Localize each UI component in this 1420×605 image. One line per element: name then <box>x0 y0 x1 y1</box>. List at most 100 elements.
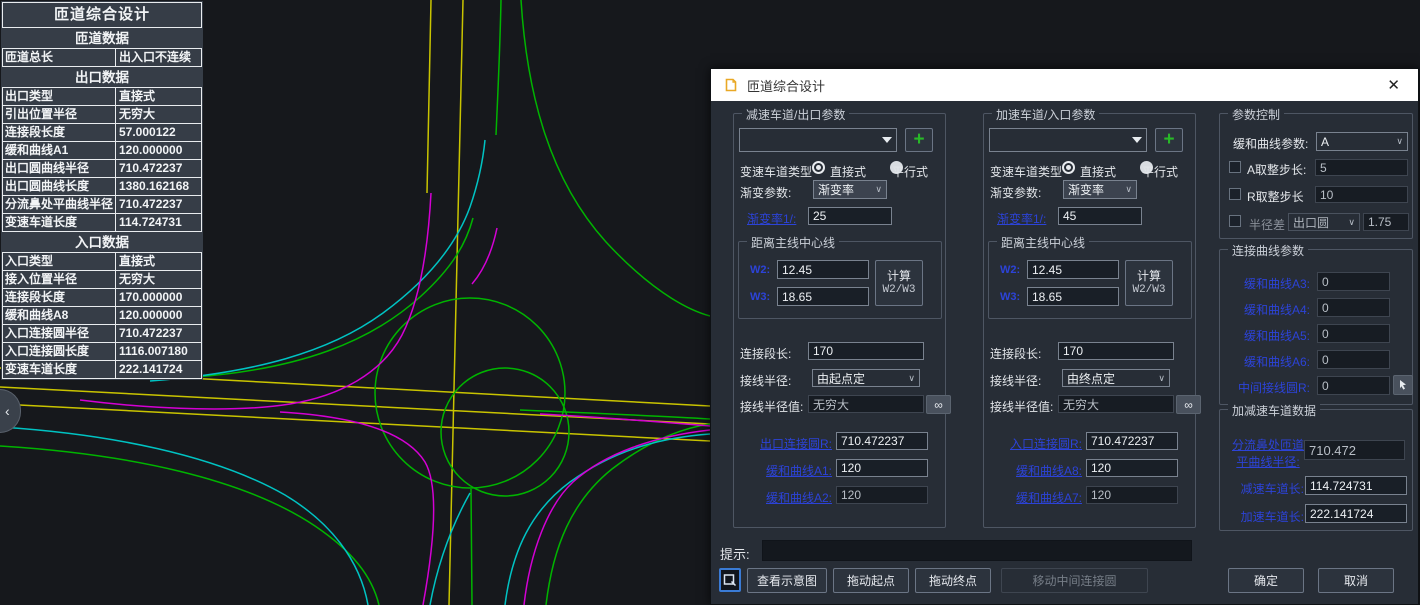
row-value: 1116.007180 <box>116 343 201 360</box>
taper-rate-input[interactable] <box>1058 207 1142 225</box>
table-row: 连接段长度170.000000 <box>3 288 201 306</box>
infinity-button[interactable]: ∞ <box>926 395 951 414</box>
infinity-button[interactable]: ∞ <box>1176 395 1201 414</box>
r-step-checkbox[interactable] <box>1229 188 1241 200</box>
spiral-a1-input[interactable] <box>836 459 928 477</box>
row-label: 连接段长度 <box>3 124 116 141</box>
row-value: 1380.162168 <box>116 178 201 195</box>
radio-direct[interactable] <box>1062 161 1075 174</box>
spiral-param-select[interactable]: A ∨ <box>1316 132 1408 151</box>
mid-circle-r-input <box>1317 376 1390 395</box>
taper-rate-link[interactable]: 渐变率1/: <box>747 210 796 227</box>
infinity-icon: ∞ <box>934 398 943 412</box>
calc-w2-w3-button[interactable]: 计算 W2/W3 <box>1125 260 1173 306</box>
spiral-a8-input[interactable] <box>1086 459 1178 477</box>
row-label: 接入位置半径 <box>3 271 116 288</box>
param-control-group: 参数控制 缓和曲线参数: A ∨ A取整步长: R取整步长 半径差 出口圆 ∨ <box>1219 113 1413 239</box>
w2-label: W2: <box>750 264 770 276</box>
r-step-label: R取整步长 <box>1247 188 1304 205</box>
taper-param-select[interactable]: 渐变率 ∨ <box>1063 180 1137 199</box>
mid-circle-r-label: 中间接线圆R: <box>1224 379 1310 396</box>
radio-parallel-label[interactable]: 平行式 <box>892 163 928 180</box>
wire-radius-value-input <box>808 395 924 413</box>
table-row: 出口圆曲线半径710.472237 <box>3 159 201 177</box>
nose-radius-link[interactable]: 分流鼻处匝道 平曲线半径: <box>1230 436 1306 470</box>
calc-sublabel: W2/W3 <box>882 283 915 297</box>
view-sketch-button[interactable]: 查看示意图 <box>747 568 827 593</box>
row-label: 变速车道长度 <box>3 214 116 231</box>
spiral-a6-input <box>1317 350 1390 369</box>
add-decel-lane-button[interactable]: + <box>905 128 933 152</box>
entry-circle-r-input[interactable] <box>1086 432 1178 450</box>
table-row: 入口连接圆长度1116.007180 <box>3 342 201 360</box>
w3-input[interactable] <box>1027 287 1119 306</box>
calc-w2-w3-button[interactable]: 计算 W2/W3 <box>875 260 923 306</box>
dialog-titlebar: 匝道综合设计 ✕ <box>711 69 1418 101</box>
dropdown-arrow-icon <box>882 137 892 143</box>
decel-lane-select[interactable] <box>739 128 897 152</box>
decel-length-input[interactable] <box>1305 476 1407 495</box>
group-legend: 加速车道/入口参数 <box>992 106 1099 123</box>
table-row: 出口圆曲线长度1380.162168 <box>3 177 201 195</box>
row-label: 入口连接圆半径 <box>3 325 116 342</box>
nose-radius-link-line2: 平曲线半径: <box>1230 453 1306 470</box>
exit-circle-r-link[interactable]: 出口连接圆R: <box>738 435 832 452</box>
chevron-down-icon: ∨ <box>1396 136 1403 147</box>
segment-length-input[interactable] <box>808 342 924 360</box>
r-step-input <box>1315 186 1408 203</box>
pick-on-screen-button[interactable] <box>1393 375 1413 395</box>
calc-label: 计算 <box>1137 269 1161 283</box>
row-value: 直接式 <box>116 253 201 270</box>
calc-sublabel: W2/W3 <box>1132 283 1165 297</box>
wire-radius-label: 接线半径: <box>740 372 791 389</box>
selected-value: 渐变率 <box>818 181 854 198</box>
radio-direct[interactable] <box>812 161 825 174</box>
row-label: 变速车道长度 <box>3 361 116 378</box>
table-row: 连接段长度57.000122 <box>3 123 201 141</box>
segment-length-input[interactable] <box>1058 342 1174 360</box>
spiral-a4-label: 缓和曲线A4: <box>1224 301 1310 318</box>
radius-diff-checkbox[interactable] <box>1229 215 1241 227</box>
taper-rate-link[interactable]: 渐变率1/: <box>997 210 1046 227</box>
section-header-entry: 入口数据 <box>2 232 202 252</box>
spiral-a1-link[interactable]: 缓和曲线A1: <box>738 462 832 479</box>
wire-radius-select[interactable]: 由终点定 ∨ <box>1062 369 1170 387</box>
row-label: 入口连接圆长度 <box>3 343 116 360</box>
a-step-checkbox[interactable] <box>1229 161 1241 173</box>
hint-label: 提示: <box>720 544 750 563</box>
entry-circle-r-link[interactable]: 入口连接圆R: <box>988 435 1082 452</box>
group-legend: 连接曲线参数 <box>1228 242 1308 259</box>
button-label: 查看示意图 <box>757 572 817 589</box>
add-accel-lane-button[interactable]: + <box>1155 128 1183 152</box>
selected-value: 由起点定 <box>817 370 865 387</box>
w2-input[interactable] <box>1027 260 1119 279</box>
button-label: 确定 <box>1254 572 1278 589</box>
radio-direct-label[interactable]: 直接式 <box>830 163 866 180</box>
row-value: 120.000000 <box>116 307 201 324</box>
cancel-button[interactable]: 取消 <box>1318 568 1394 593</box>
chevron-down-icon: ∨ <box>1125 184 1132 195</box>
drag-end-button[interactable]: 拖动终点 <box>915 568 991 593</box>
w2-input[interactable] <box>777 260 869 279</box>
segment-length-label: 连接段长: <box>990 345 1041 362</box>
drag-start-button[interactable]: 拖动起点 <box>833 568 909 593</box>
button-label: 拖动起点 <box>847 572 895 589</box>
table-row: 引出位置半径无穷大 <box>3 105 201 123</box>
spiral-a2-link[interactable]: 缓和曲线A2: <box>738 489 832 506</box>
w3-label: W3: <box>1000 291 1020 303</box>
wire-radius-select[interactable]: 由起点定 ∨ <box>812 369 920 387</box>
taper-param-select[interactable]: 渐变率 ∨ <box>813 180 887 199</box>
accel-lane-select[interactable] <box>989 128 1147 152</box>
radio-parallel-label[interactable]: 平行式 <box>1142 163 1178 180</box>
ok-button[interactable]: 确定 <box>1228 568 1304 593</box>
w3-input[interactable] <box>777 287 869 306</box>
close-icon[interactable]: ✕ <box>1381 74 1406 96</box>
taper-rate-input[interactable] <box>808 207 892 225</box>
exit-circle-r-input[interactable] <box>836 432 928 450</box>
exit-data-table: 出口类型直接式引出位置半径无穷大连接段长度57.000122缓和曲线A1120.… <box>2 87 202 232</box>
preview-toggle-button[interactable] <box>719 568 741 592</box>
spiral-a7-link[interactable]: 缓和曲线A7: <box>988 489 1082 506</box>
spiral-a8-link[interactable]: 缓和曲线A8: <box>988 462 1082 479</box>
accel-length-input[interactable] <box>1305 504 1407 523</box>
radio-direct-label[interactable]: 直接式 <box>1080 163 1116 180</box>
